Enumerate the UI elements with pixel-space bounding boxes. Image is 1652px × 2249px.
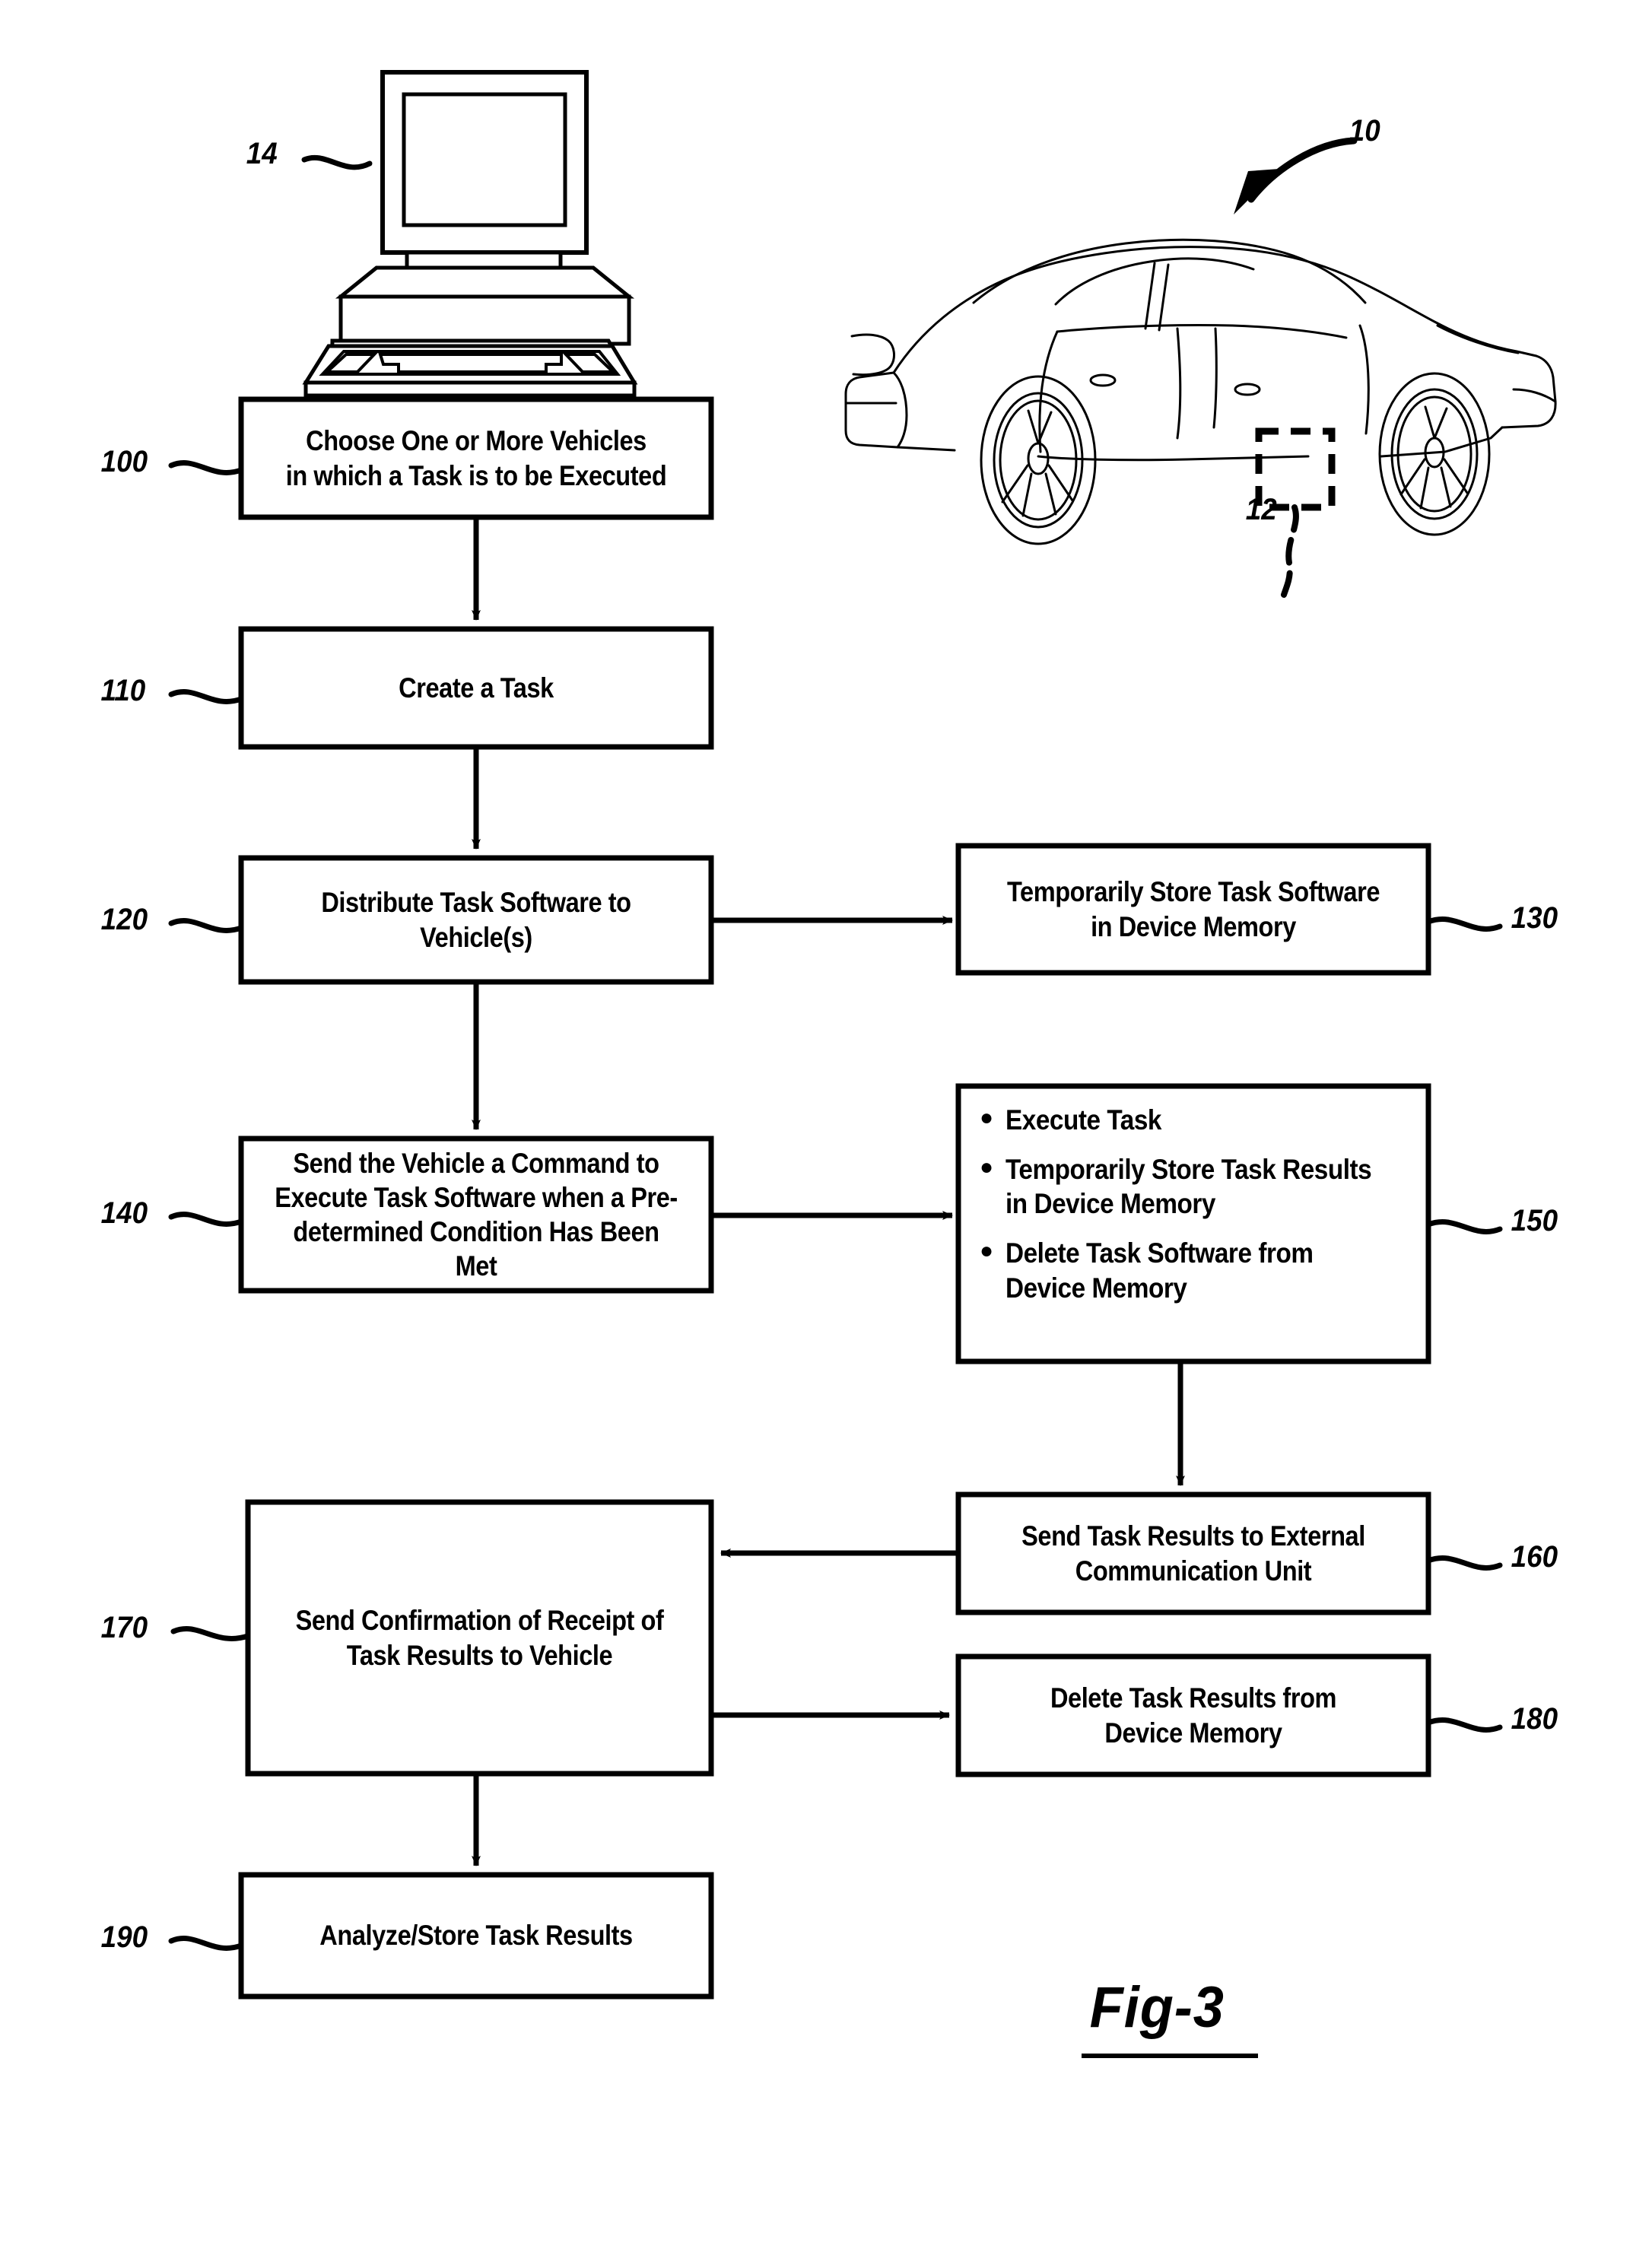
leader-160 (1425, 1555, 1503, 1571)
leader-140 (168, 1212, 244, 1227)
ref-numeral-140: 140 (100, 1196, 148, 1230)
step-180-box (955, 1653, 1431, 1777)
bullet-dot-icon: ● (980, 1105, 993, 1130)
leader-line-12 (1281, 504, 1299, 598)
step-150-bullet-2: Delete Task Software from Device Memory (1005, 1237, 1314, 1304)
step-140-box (238, 1136, 714, 1294)
computer-workstation-illustration (302, 70, 638, 398)
leader-100 (168, 460, 244, 475)
leader-110 (168, 689, 244, 704)
ref-numeral-120: 120 (100, 903, 148, 936)
ref-numeral-170: 170 (100, 1611, 148, 1644)
bullet-dot-icon: ● (980, 1238, 993, 1264)
rear-wheel (980, 375, 1097, 545)
leader-170 (170, 1626, 251, 1641)
ref-numeral-150: 150 (1511, 1204, 1558, 1237)
list-item: ● Execute Task (980, 1103, 1413, 1137)
ref-numeral-10: 10 (1349, 114, 1380, 148)
step-100-box (238, 396, 714, 520)
step-130-box (955, 843, 1431, 976)
leader-120 (168, 918, 244, 933)
step-160-box (955, 1491, 1431, 1615)
step-150-bullet-1: Temporarily Store Task Results in Device… (1005, 1154, 1372, 1220)
front-wheel (1378, 372, 1491, 536)
list-item: ● Delete Task Software from Device Memor… (980, 1236, 1413, 1304)
leader-line-14 (301, 154, 373, 170)
ref-numeral-110: 110 (100, 674, 146, 707)
step-190-box (238, 1872, 714, 2000)
sedan-car-illustration (844, 238, 1557, 545)
leader-150 (1425, 1219, 1503, 1234)
step-120-box (238, 855, 714, 985)
step-110-box (238, 626, 714, 750)
figure-caption: Fig-3 (1089, 1975, 1225, 2040)
patent-figure-page: Choose One or More Vehicles in which a T… (0, 0, 1652, 2249)
step-170-box (245, 1499, 714, 1777)
leader-180 (1425, 1717, 1503, 1733)
bullet-dot-icon: ● (980, 1155, 993, 1180)
ref-numeral-12: 12 (1245, 493, 1277, 526)
list-item: ● Temporarily Store Task Results in Devi… (980, 1152, 1413, 1221)
system-callout-arrow-10 (1234, 137, 1358, 214)
ref-numeral-190: 190 (100, 1920, 148, 1954)
ref-numeral-180: 180 (1511, 1702, 1558, 1736)
ref-numeral-14: 14 (246, 137, 278, 170)
step-150-bullet-list: ● Execute Task ● Temporarily Store Task … (980, 1103, 1413, 1320)
ref-numeral-130: 130 (1511, 901, 1558, 935)
figure-caption-underline (1082, 2054, 1258, 2058)
leader-190 (168, 1936, 244, 1951)
step-150-bullet-0: Execute Task (1005, 1104, 1162, 1136)
ref-numeral-160: 160 (1511, 1540, 1558, 1574)
leader-130 (1425, 916, 1503, 932)
ref-numeral-100: 100 (100, 445, 148, 478)
